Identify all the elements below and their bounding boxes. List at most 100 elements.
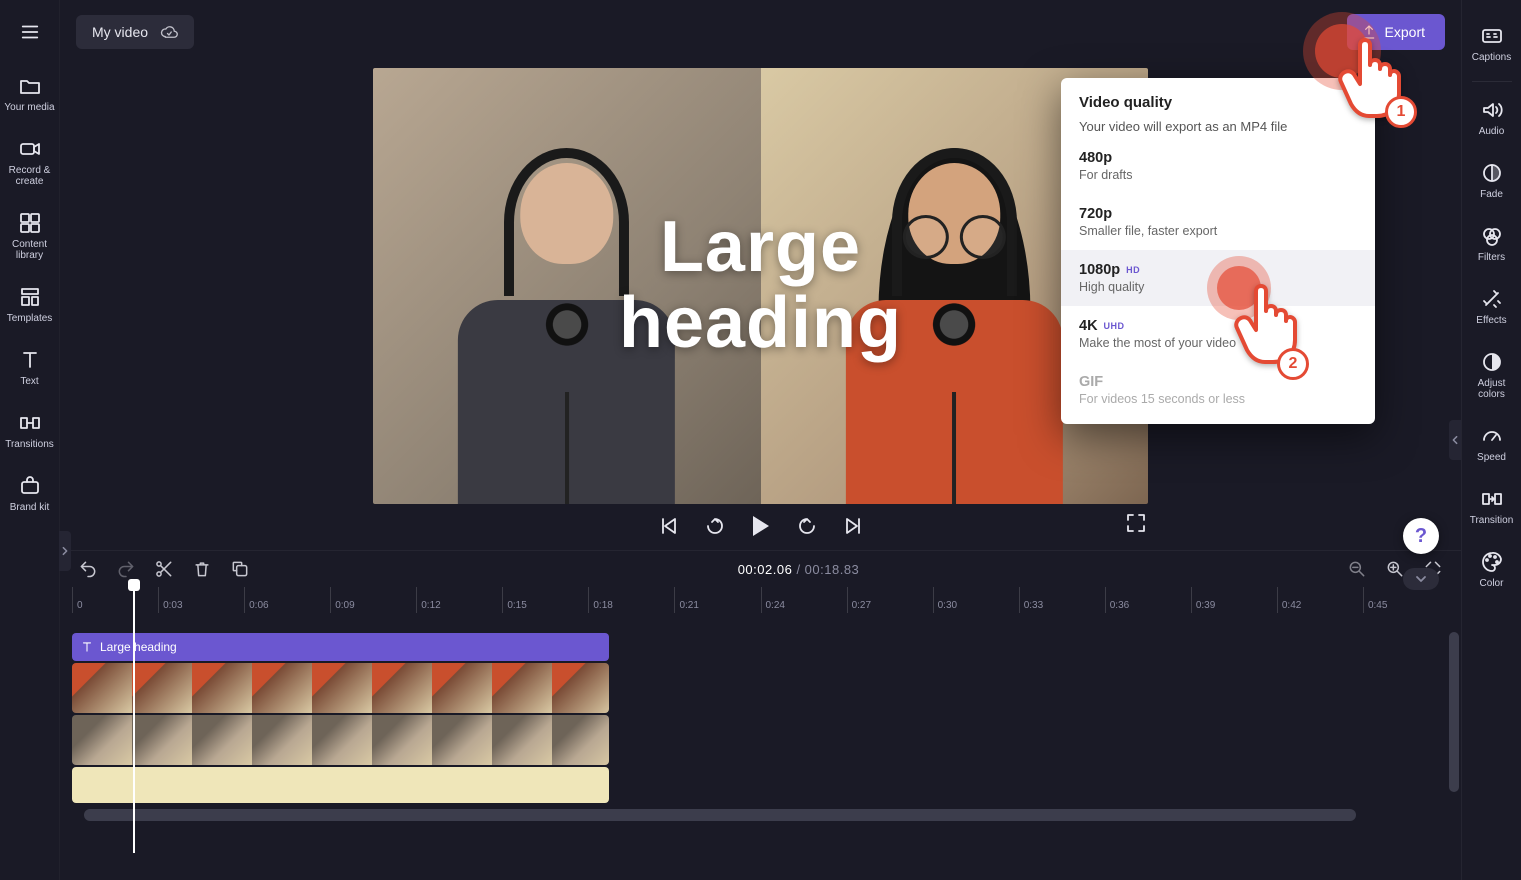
- export-dropdown-title: Video quality: [1079, 94, 1357, 111]
- playhead[interactable]: [133, 587, 135, 853]
- expand-left-panel[interactable]: [59, 531, 71, 571]
- timeline-ruler[interactable]: 00:030:060:090:120:150:180:210:240:270:3…: [72, 587, 1449, 613]
- sidebar-item-label: Audio: [1479, 126, 1505, 137]
- video-clip-2[interactable]: [72, 715, 609, 765]
- audio-track[interactable]: [72, 767, 1449, 803]
- sidebar-item-templates[interactable]: Templates: [0, 275, 60, 338]
- skip-start-icon[interactable]: [657, 514, 681, 538]
- project-title-chip[interactable]: My video: [76, 15, 194, 49]
- camera-icon: [18, 137, 42, 161]
- sidebar-item-label: Captions: [1472, 52, 1511, 63]
- ruler-tick: 0:45: [1363, 587, 1449, 613]
- ruler-tick: 0:09: [330, 587, 416, 613]
- duplicate-icon[interactable]: [230, 559, 250, 579]
- quality-option-720p[interactable]: 720p Smaller file, faster export: [1061, 194, 1375, 250]
- captions-icon: [1480, 24, 1504, 48]
- audio-clip[interactable]: [72, 767, 609, 803]
- sidebar-item-label: Your media: [4, 102, 54, 113]
- text-clip[interactable]: Large heading: [72, 633, 609, 661]
- quality-option-4k[interactable]: 4KUHD Make the most of your video: [1061, 306, 1375, 362]
- sidebar-item-label: Adjust colors: [1464, 378, 1520, 400]
- timeline-tracks: Large heading: [60, 613, 1461, 821]
- text-icon: [18, 348, 42, 372]
- folder-icon: [18, 74, 42, 98]
- export-button[interactable]: Export: [1347, 14, 1445, 50]
- zoom-in-icon[interactable]: [1385, 559, 1405, 579]
- ruler-tick: 0:21: [674, 587, 760, 613]
- project-title: My video: [92, 24, 148, 40]
- help-button[interactable]: ?: [1403, 518, 1439, 554]
- rewind-icon[interactable]: [703, 514, 727, 538]
- color-icon: [1480, 550, 1504, 574]
- ruler-tick: 0:36: [1105, 587, 1191, 613]
- ruler-tick: 0:30: [933, 587, 1019, 613]
- topbar: My video Export: [60, 0, 1461, 64]
- fullscreen-icon[interactable]: [1124, 511, 1148, 535]
- ruler-tick: 0:39: [1191, 587, 1277, 613]
- play-icon[interactable]: [749, 514, 773, 538]
- playback-controls: [373, 504, 1148, 542]
- transition-icon: [1480, 487, 1504, 511]
- sidebar-item-audio[interactable]: Audio: [1462, 88, 1521, 151]
- ruler-tick: 0:15: [502, 587, 588, 613]
- timeline-timecode: 00:02.06 / 00:18.83: [738, 562, 860, 577]
- export-button-label: Export: [1385, 24, 1425, 40]
- sidebar-item-your-media[interactable]: Your media: [0, 64, 60, 127]
- sidebar-item-label: Effects: [1476, 315, 1506, 326]
- sidebar-item-label: Color: [1480, 578, 1504, 589]
- forward-icon[interactable]: [795, 514, 819, 538]
- skip-end-icon[interactable]: [841, 514, 865, 538]
- sidebar-item-record-create[interactable]: Record & create: [0, 127, 60, 201]
- sidebar-item-effects[interactable]: Effects: [1462, 277, 1521, 340]
- sidebar-item-label: Brand kit: [10, 502, 49, 513]
- export-dropdown-subtitle: Your video will export as an MP4 file: [1079, 119, 1357, 134]
- timeline-vertical-scrollbar[interactable]: [1449, 632, 1459, 860]
- adjust-icon: [1480, 350, 1504, 374]
- ruler-tick: 0: [72, 587, 158, 613]
- text-track[interactable]: Large heading: [72, 633, 1449, 661]
- briefcase-icon: [18, 474, 42, 498]
- quality-option-480p[interactable]: 480p For drafts: [1061, 138, 1375, 194]
- ruler-tick: 0:42: [1277, 587, 1363, 613]
- timeline-scrollbar[interactable]: [84, 809, 1437, 821]
- speed-icon: [1480, 424, 1504, 448]
- sidebar-item-text[interactable]: Text: [0, 338, 60, 401]
- quality-option-1080p[interactable]: 1080pHD High quality: [1061, 250, 1375, 306]
- sidebar-item-transition[interactable]: Transition: [1462, 477, 1521, 540]
- video-track-1[interactable]: [72, 663, 1449, 713]
- sidebar-item-label: Content library: [2, 239, 58, 261]
- sidebar-item-color[interactable]: Color: [1462, 540, 1521, 603]
- sidebar-item-brand-kit[interactable]: Brand kit: [0, 464, 60, 527]
- redo-icon[interactable]: [116, 559, 136, 579]
- zoom-out-icon[interactable]: [1347, 559, 1367, 579]
- annotation-badge-2: 2: [1277, 348, 1309, 380]
- export-quality-dropdown: Video quality Your video will export as …: [1061, 78, 1375, 424]
- sidebar-item-label: Templates: [7, 313, 53, 324]
- delete-icon[interactable]: [192, 559, 212, 579]
- annotation-badge-1: 1: [1385, 96, 1417, 128]
- sidebar-item-speed[interactable]: Speed: [1462, 414, 1521, 477]
- menu-icon[interactable]: [0, 0, 60, 64]
- left-sidebar: Your media Record & create Content libra…: [0, 0, 60, 880]
- sidebar-item-fade[interactable]: Fade: [1462, 151, 1521, 214]
- cloud-sync-icon: [160, 23, 178, 41]
- sidebar-item-filters[interactable]: Filters: [1462, 214, 1521, 277]
- ruler-tick: 0:06: [244, 587, 330, 613]
- split-icon[interactable]: [154, 559, 174, 579]
- ruler-tick: 0:27: [847, 587, 933, 613]
- sidebar-item-captions[interactable]: Captions: [1462, 14, 1521, 77]
- sidebar-item-transitions[interactable]: Transitions: [0, 401, 60, 464]
- more-panel-toggle[interactable]: [1403, 568, 1439, 590]
- collapse-right-panel[interactable]: [1449, 420, 1461, 460]
- templates-icon: [18, 285, 42, 309]
- quality-option-gif[interactable]: GIF For videos 15 seconds or less: [1061, 362, 1375, 418]
- sidebar-item-adjust-colors[interactable]: Adjust colors: [1462, 340, 1521, 414]
- video-track-2[interactable]: [72, 715, 1449, 765]
- video-clip-1[interactable]: [72, 663, 609, 713]
- sidebar-item-label: Transitions: [5, 439, 54, 450]
- sidebar-item-label: Fade: [1480, 189, 1503, 200]
- audio-icon: [1480, 98, 1504, 122]
- video-preview[interactable]: Large heading: [373, 68, 1148, 504]
- undo-icon[interactable]: [78, 559, 98, 579]
- sidebar-item-content-library[interactable]: Content library: [0, 201, 60, 275]
